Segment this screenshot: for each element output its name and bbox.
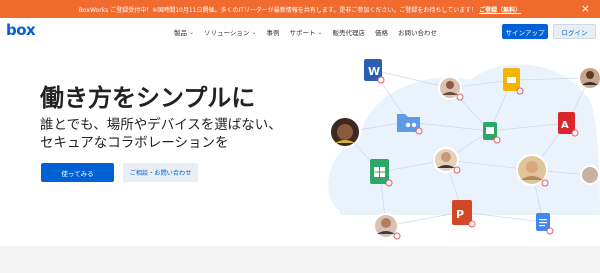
avatar	[329, 116, 361, 148]
google-slides-icon	[503, 68, 524, 95]
avatar	[580, 165, 600, 185]
hero-subtitle-line1: 誰とでも、場所やデバイスを選ばない、	[40, 117, 282, 133]
contact-button[interactable]: ご相談・お問い合わせ	[123, 163, 198, 182]
spreadsheet-icon	[370, 159, 393, 187]
next-section-background	[0, 246, 600, 273]
svg-text:A: A	[561, 120, 569, 131]
svg-text:P: P	[456, 208, 464, 221]
avatar	[578, 66, 600, 90]
pdf-icon: A	[558, 112, 579, 137]
try-it-button[interactable]: 使ってみる	[41, 163, 114, 182]
word-doc-icon: W	[364, 59, 385, 84]
svg-text:W: W	[368, 65, 380, 78]
google-docs-icon	[536, 213, 554, 235]
avatar	[516, 154, 549, 187]
avatar	[373, 213, 401, 240]
cloud-background	[328, 64, 600, 215]
folder-icon	[397, 114, 423, 135]
hero-subtitle-line2: セキュアなコラボレーションを	[40, 135, 229, 151]
powerpoint-icon: P	[452, 200, 476, 228]
hero-headline: 働き方をシンプルに	[40, 84, 256, 112]
